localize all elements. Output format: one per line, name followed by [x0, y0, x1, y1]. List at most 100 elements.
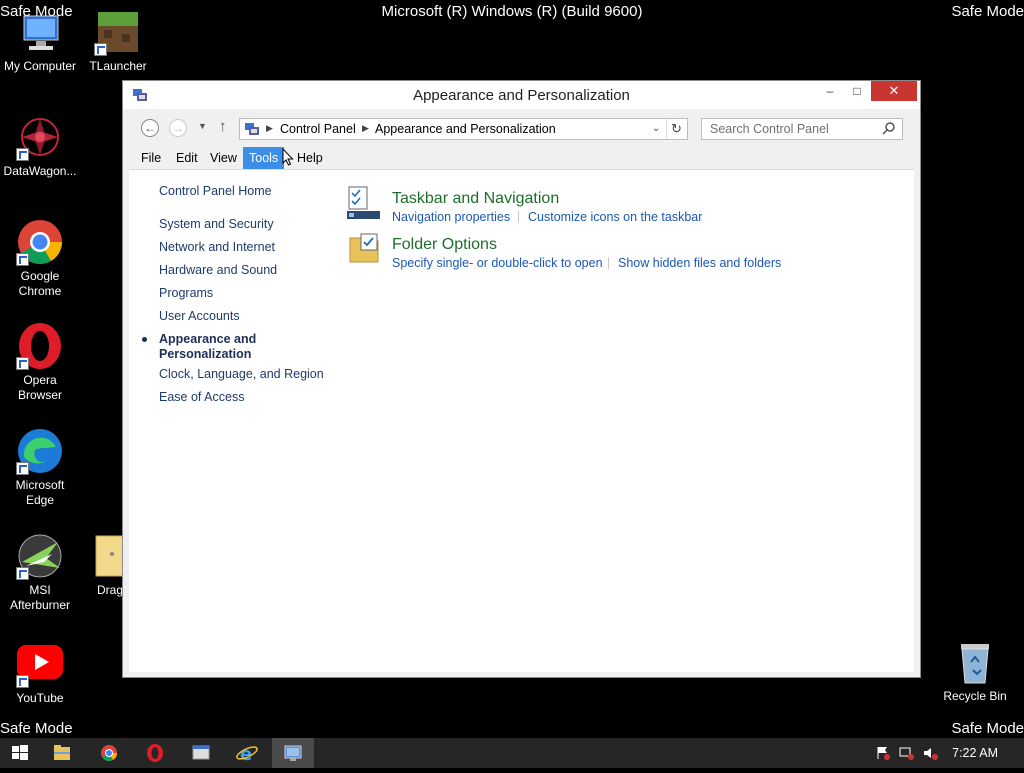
address-dropdown-icon[interactable]: ⌄: [652, 123, 660, 134]
sidebar-current-line-2: Personalization: [159, 347, 252, 361]
up-arrow-icon[interactable]: ↑: [219, 118, 227, 135]
internet-explorer-icon[interactable]: e: [227, 738, 267, 768]
menu-help[interactable]: Help: [291, 147, 329, 169]
chrome-icon[interactable]: [89, 738, 129, 768]
menu-file[interactable]: File: [135, 147, 167, 169]
link-separator: [518, 211, 519, 223]
sidebar-item-appearance-and-personalization: Appearance and Personalization: [159, 332, 256, 362]
tlauncher-icon: [94, 8, 142, 56]
control-panel-taskbar-button[interactable]: [272, 738, 314, 768]
network-disconnected-icon[interactable]: [899, 746, 915, 760]
desktop-icon-label: My Computer: [3, 59, 77, 73]
desktop-icon-label: Recycle Bin: [943, 689, 1007, 703]
search-icon[interactable]: [882, 121, 896, 140]
recent-locations-dropdown-icon[interactable]: ▼: [198, 121, 207, 131]
sidebar-item-system-and-security[interactable]: System and Security: [159, 217, 274, 231]
desktop-icon-datawagon[interactable]: DataWagon...: [0, 113, 80, 179]
address-bar[interactable]: ▶ Control Panel ▶ Appearance and Persona…: [239, 118, 688, 140]
action-center-flag-icon[interactable]: [875, 746, 891, 760]
link-show-hidden-files[interactable]: Show hidden files and folders: [618, 256, 781, 270]
folder-options-icon[interactable]: [347, 230, 381, 271]
safe-mode-label-bottom-left: Safe Mode: [0, 720, 73, 737]
computer-icon: [16, 8, 64, 56]
datawagon-icon: [16, 113, 64, 161]
search-box[interactable]: Search Control Panel: [701, 118, 903, 140]
taskbar-icon[interactable]: [347, 185, 381, 226]
breadcrumb-separator-icon[interactable]: ▶: [362, 123, 369, 134]
window-icon[interactable]: [181, 738, 221, 768]
maximize-button[interactable]: □: [843, 81, 871, 101]
msi-afterburner-icon: [16, 532, 64, 580]
shortcut-arrow-icon: [16, 462, 29, 475]
mouse-cursor-icon: [282, 147, 294, 171]
sidebar-item-network-and-internet[interactable]: Network and Internet: [159, 240, 275, 254]
back-button[interactable]: ←: [141, 119, 159, 137]
window-title: Appearance and Personalization: [413, 87, 630, 104]
address-divider: [666, 119, 667, 139]
opera-icon: [16, 322, 64, 370]
refresh-icon[interactable]: ↻: [671, 121, 682, 137]
breadcrumb-appearance-and-personalization[interactable]: Appearance and Personalization: [375, 122, 556, 136]
category-title-folder-options[interactable]: Folder Options: [392, 236, 497, 254]
sidebar-item-ease-of-access[interactable]: Ease of Access: [159, 390, 244, 404]
desktop-icon-microsoft-edge[interactable]: Microsoft Edge: [0, 427, 80, 508]
desktop-icon-tlauncher[interactable]: TLauncher: [78, 8, 158, 74]
menu-tools[interactable]: Tools: [243, 147, 285, 169]
desktop-icon-opera[interactable]: Opera Browser: [0, 322, 80, 403]
link-single-double-click[interactable]: Specify single- or double-click to open: [392, 256, 603, 270]
desktop-icon-label: Google Chrome: [18, 269, 62, 298]
desktop-icon-label: YouTube: [16, 691, 64, 705]
chrome-icon: [16, 218, 64, 266]
desktop-icon-youtube[interactable]: YouTube: [0, 640, 80, 706]
taskbar-clock[interactable]: 7:22 AM: [952, 746, 998, 760]
desktop-icon-label: Drag Cent: [97, 583, 122, 597]
menu-edit[interactable]: Edit: [170, 147, 204, 169]
desktop-icon-msi-afterburner[interactable]: MSI Afterburner: [0, 532, 80, 613]
close-button[interactable]: ✕: [871, 81, 917, 101]
sidebar-item-programs[interactable]: Programs: [159, 286, 213, 300]
link-customize-taskbar-icons[interactable]: Customize icons on the taskbar: [528, 210, 702, 224]
sidebar-item-clock-language-region[interactable]: Clock, Language, and Region: [159, 367, 324, 381]
edge-icon: [16, 427, 64, 475]
desktop-icon-label: Microsoft Edge: [15, 478, 65, 507]
desktop-icon-label: DataWagon...: [3, 164, 77, 178]
control-panel-icon: [245, 122, 261, 141]
sidebar-control-panel-home[interactable]: Control Panel Home: [159, 184, 272, 198]
shortcut-arrow-icon: [16, 253, 29, 266]
window-titlebar[interactable]: Appearance and Personalization – □ ✕: [123, 81, 920, 109]
desktop-icon-label: MSI Afterburner: [9, 583, 71, 612]
start-button[interactable]: [0, 738, 40, 768]
content-area: Control Panel Home System and Security N…: [129, 169, 914, 672]
file-explorer-icon[interactable]: [42, 738, 82, 768]
minimize-button[interactable]: –: [816, 81, 844, 101]
forward-button[interactable]: →: [169, 119, 187, 137]
volume-muted-icon[interactable]: [923, 746, 939, 760]
desktop-icon-drag-center[interactable]: Drag Cent: [78, 532, 122, 598]
shortcut-arrow-icon: [94, 43, 107, 56]
search-input-placeholder: Search Control Panel: [710, 122, 829, 136]
taskbar: e 7:22 AM: [0, 738, 1024, 768]
desktop-icon-google-chrome[interactable]: Google Chrome: [0, 218, 80, 299]
desktop-icon-label: Opera Browser: [17, 373, 62, 402]
sidebar-item-user-accounts[interactable]: User Accounts: [159, 309, 240, 323]
shortcut-arrow-icon: [16, 148, 29, 161]
shortcut-arrow-icon: [16, 675, 29, 688]
navigation-bar: ← → ▼ ↑ ▶ Control Panel ▶ Appearance and…: [123, 111, 920, 145]
opera-icon[interactable]: [135, 738, 175, 768]
safe-mode-label-bottom-right: Safe Mode: [951, 720, 1024, 737]
desktop-icon-my-computer[interactable]: My Computer: [0, 8, 80, 74]
recycle-bin-icon: [951, 638, 999, 686]
menu-view[interactable]: View: [204, 147, 243, 169]
sidebar-item-hardware-and-sound[interactable]: Hardware and Sound: [159, 263, 277, 277]
current-item-bullet: [142, 337, 147, 342]
sidebar-current-line-1: Appearance and: [159, 332, 257, 346]
link-navigation-properties[interactable]: Navigation properties: [392, 210, 510, 224]
breadcrumb-separator-icon[interactable]: ▶: [266, 123, 273, 134]
breadcrumb-control-panel[interactable]: Control Panel: [280, 122, 356, 136]
menu-bar: File Edit View Tools Help: [129, 147, 914, 169]
desktop-icon-recycle-bin[interactable]: Recycle Bin: [935, 638, 1015, 704]
desktop-icon-label: TLauncher: [89, 59, 147, 73]
category-title-taskbar-and-navigation[interactable]: Taskbar and Navigation: [392, 190, 559, 208]
shortcut-arrow-icon: [16, 357, 29, 370]
shortcut-arrow-icon: [16, 567, 29, 580]
